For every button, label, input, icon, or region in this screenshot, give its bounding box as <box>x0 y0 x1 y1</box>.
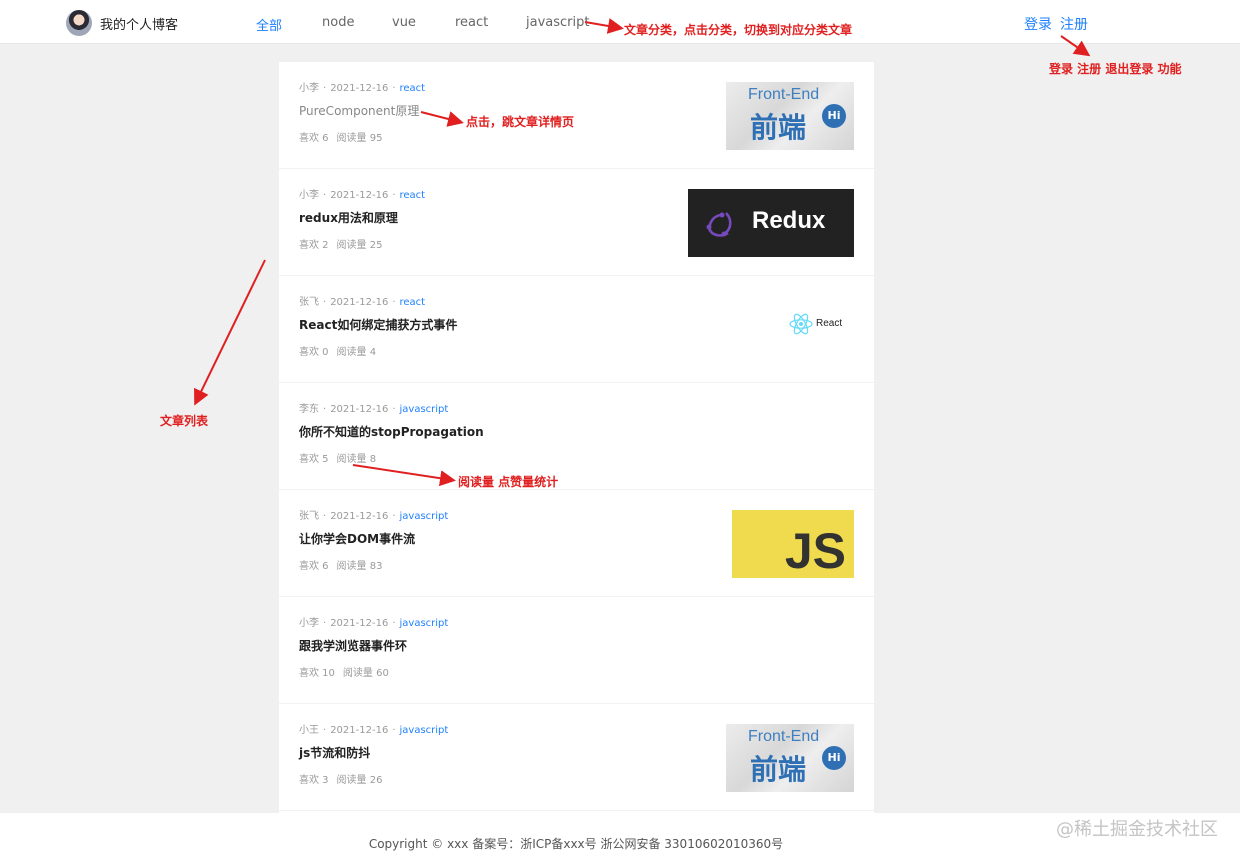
annotation-detail: 点击，跳文章详情页 <box>466 115 575 129</box>
article-likes: 喜欢 10 <box>299 668 335 679</box>
register-link[interactable]: 注册 <box>1060 14 1088 34</box>
copyright-text: Copyright © xxx 备案号：浙ICP备xxx号 浙公网安备 3301… <box>368 837 784 851</box>
thumb-js-text: JS <box>784 523 846 578</box>
article-author: 张飞 <box>299 297 319 308</box>
article-item[interactable]: 小李 · 2021-12-16 · javascript 跟我学浏览器事件环 喜欢 10… <box>279 597 874 704</box>
article-author: 张飞 <box>299 511 319 522</box>
article-thumbnail[interactable]: React <box>787 310 847 340</box>
article-item[interactable]: 张飞 · 2021-12-16 · react React如何绑定捕获方式事件 喜欢 0… <box>279 276 874 383</box>
redux-logo-icon <box>706 212 732 237</box>
article-author: 李东 <box>299 404 319 415</box>
article-thumbnail[interactable]: Redux <box>688 189 854 257</box>
article-stats: 喜欢 6 阅读量 83 <box>299 557 382 572</box>
article-date: 2021-12-16 <box>330 511 389 522</box>
nav-item-vue[interactable]: vue <box>392 15 416 30</box>
thumb-hi-badge: Hi <box>822 746 846 770</box>
article-title[interactable]: redux用法和原理 <box>299 209 398 226</box>
article-date: 2021-12-16 <box>330 725 389 736</box>
article-category[interactable]: javascript <box>400 511 449 522</box>
thumb-front-end-cn: 前端 <box>750 111 807 144</box>
article-category[interactable]: react <box>400 190 426 201</box>
react-logo-icon <box>789 313 813 335</box>
article-item[interactable]: 小王 · 2021-12-16 · javascript js节流和防抖 喜欢 3 阅读量… <box>279 704 874 811</box>
annotation-auth: 登录 注册 退出登录 功能 <box>1049 62 1182 76</box>
article-stats: 喜欢 0 阅读量 4 <box>299 343 376 358</box>
list-arrow <box>194 259 266 406</box>
article-thumbnail[interactable]: JS <box>732 510 854 578</box>
article-likes: 喜欢 3 <box>299 775 329 786</box>
top-header: 我的个人博客 全部 node vue react javascript 登录 注… <box>0 0 1240 44</box>
article-meta: 张飞 · 2021-12-16 · react <box>299 297 426 308</box>
article-date: 2021-12-16 <box>330 618 389 629</box>
article-thumbnail[interactable]: Front-End 前端 Hi <box>726 724 854 792</box>
watermark: @稀土掘金技术社区 <box>1056 819 1218 840</box>
article-category[interactable]: javascript <box>400 404 449 415</box>
article-views: 阅读量 8 <box>336 454 377 465</box>
article-meta: 李东 · 2021-12-16 · javascript <box>299 404 449 415</box>
article-views: 阅读量 4 <box>336 347 377 358</box>
article-stats: 喜欢 10 阅读量 60 <box>299 664 389 679</box>
article-stats: 喜欢 2 阅读量 25 <box>299 236 382 251</box>
article-stats: 喜欢 5 阅读量 8 <box>299 450 376 465</box>
article-list: 小李 · 2021-12-16 · react PureComponent原理 喜欢 6… <box>279 62 874 813</box>
article-category[interactable]: react <box>400 297 426 308</box>
site-title[interactable]: 我的个人博客 <box>100 14 178 33</box>
annotation-stats: 阅读量 点赞量统计 <box>458 475 559 489</box>
article-author: 小李 <box>299 618 319 629</box>
nav-item-react[interactable]: react <box>455 15 488 30</box>
article-title[interactable]: 你所不知道的stopPropagation <box>299 423 484 440</box>
article-author: 小李 <box>299 190 319 201</box>
article-likes: 喜欢 6 <box>299 561 329 572</box>
thumb-redux-text: Redux <box>752 207 826 234</box>
article-views: 阅读量 83 <box>336 561 383 572</box>
article-item[interactable]: 小李 · 2021-12-16 · react PureComponent原理 喜欢 6… <box>279 62 874 169</box>
article-stats: 喜欢 6 阅读量 95 <box>299 129 382 144</box>
article-likes: 喜欢 2 <box>299 240 329 251</box>
article-date: 2021-12-16 <box>330 404 389 415</box>
article-title[interactable]: PureComponent原理 <box>299 102 419 119</box>
thumb-front-end-text: Front-End <box>748 86 820 103</box>
thumb-front-end-cn: 前端 <box>750 753 807 786</box>
nav-item-node[interactable]: node <box>322 15 354 30</box>
article-title[interactable]: 跟我学浏览器事件环 <box>299 637 407 654</box>
article-views: 阅读量 60 <box>342 668 389 679</box>
article-item[interactable]: 李东 · 2021-12-16 · javascript 你所不知道的stopPropa… <box>279 383 874 490</box>
article-item[interactable]: 张飞 · 2021-12-16 · javascript 让你学会DOM事件流 喜欢 6… <box>279 490 874 597</box>
article-views: 阅读量 26 <box>336 775 383 786</box>
nav-item-all[interactable]: 全部 <box>256 15 282 34</box>
avatar[interactable] <box>66 10 92 36</box>
article-date: 2021-12-16 <box>330 297 389 308</box>
article-likes: 喜欢 0 <box>299 347 329 358</box>
nav-item-javascript[interactable]: javascript <box>526 15 589 30</box>
article-likes: 喜欢 6 <box>299 133 329 144</box>
article-category[interactable]: javascript <box>400 618 449 629</box>
article-views: 阅读量 95 <box>336 133 383 144</box>
article-meta: 张飞 · 2021-12-16 · javascript <box>299 511 449 522</box>
article-meta: 小王 · 2021-12-16 · javascript <box>299 725 449 736</box>
thumb-hi-badge: Hi <box>822 104 846 128</box>
article-meta: 小李 · 2021-12-16 · react <box>299 190 426 201</box>
article-date: 2021-12-16 <box>330 190 389 201</box>
article-views: 阅读量 25 <box>336 240 383 251</box>
article-category[interactable]: react <box>400 83 426 94</box>
article-author: 小李 <box>299 83 319 94</box>
footer: Copyright © xxx 备案号：浙ICP备xxx号 浙公网安备 3301… <box>0 813 1240 859</box>
article-thumbnail[interactable]: Front-End 前端 Hi <box>726 82 854 150</box>
login-link[interactable]: 登录 <box>1024 14 1052 34</box>
article-title[interactable]: 让你学会DOM事件流 <box>299 530 415 547</box>
thumb-react-text: React <box>816 318 843 329</box>
article-author: 小王 <box>299 725 319 736</box>
article-meta: 小李 · 2021-12-16 · javascript <box>299 618 449 629</box>
article-date: 2021-12-16 <box>330 83 389 94</box>
article-likes: 喜欢 5 <box>299 454 329 465</box>
article-item[interactable]: 小李 · 2021-12-16 · react redux用法和原理 喜欢 2 阅读量 2… <box>279 169 874 276</box>
article-title[interactable]: React如何绑定捕获方式事件 <box>299 316 457 333</box>
article-category[interactable]: javascript <box>400 725 449 736</box>
article-title[interactable]: js节流和防抖 <box>299 744 370 761</box>
article-meta: 小李 · 2021-12-16 · react <box>299 83 426 94</box>
annotation-article-list: 文章列表 <box>160 414 209 428</box>
thumb-front-end-text: Front-End <box>748 728 820 745</box>
annotation-category: 文章分类，点击分类，切换到对应分类文章 <box>624 23 853 37</box>
article-stats: 喜欢 3 阅读量 26 <box>299 771 382 786</box>
